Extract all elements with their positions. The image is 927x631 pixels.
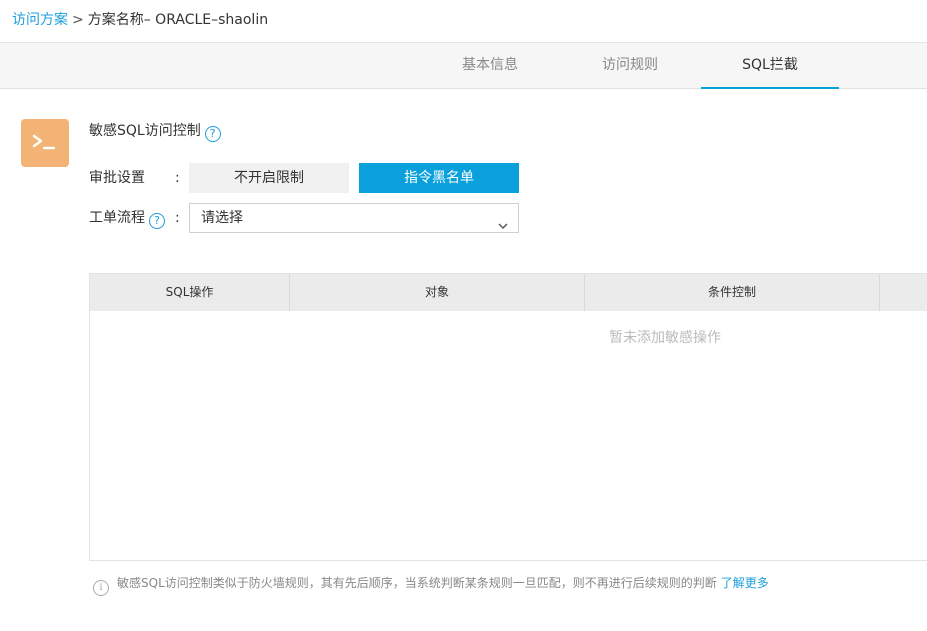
table-header: SQL操作 对象 条件控制 bbox=[90, 274, 927, 311]
info-note-text: 敏感SQL访问控制类似于防火墙规则，其有先后顺序，当系统判断某条规则一旦匹配，则… bbox=[117, 576, 717, 590]
column-header-condition: 条件控制 bbox=[585, 274, 880, 311]
column-header-extra bbox=[880, 274, 927, 311]
tab-sql-intercept[interactable]: SQL拦截 bbox=[701, 43, 839, 89]
info-icon: i bbox=[93, 580, 109, 596]
workflow-select-value: 请选择 bbox=[201, 210, 243, 226]
approval-colon: : bbox=[175, 170, 180, 186]
breadcrumb-separator: > bbox=[72, 12, 84, 28]
workflow-help-icon[interactable]: ? bbox=[149, 213, 165, 229]
section-title-text: 敏感SQL访问控制 bbox=[89, 123, 201, 139]
learn-more-link[interactable]: 了解更多 bbox=[721, 576, 769, 590]
info-note: i 敏感SQL访问控制类似于防火墙规则，其有先后顺序，当系统判断某条规则一旦匹配，… bbox=[93, 573, 769, 596]
tab-bar: 基本信息 访问规则 SQL拦截 bbox=[0, 42, 927, 89]
table-empty-text: 暂未添加敏感操作 bbox=[609, 330, 721, 346]
breadcrumb: 访问方案 > 方案名称– ORACLE–shaolin bbox=[12, 10, 268, 30]
tab-basic-info[interactable]: 基本信息 bbox=[450, 43, 530, 89]
workflow-colon: : bbox=[175, 210, 180, 226]
breadcrumb-current: 方案名称– ORACLE–shaolin bbox=[87, 12, 269, 28]
workflow-label: 工单流程? bbox=[89, 208, 165, 229]
column-header-object: 对象 bbox=[290, 274, 585, 311]
workflow-label-text: 工单流程 bbox=[89, 210, 145, 226]
sensitive-ops-table: SQL操作 对象 条件控制 暂未添加敏感操作 bbox=[89, 273, 927, 561]
workflow-select[interactable]: 请选择 bbox=[189, 203, 519, 233]
blacklist-button[interactable]: 指令黑名单 bbox=[359, 163, 519, 193]
section-title: 敏感SQL访问控制? bbox=[89, 121, 221, 142]
chevron-down-icon bbox=[498, 213, 508, 241]
tab-access-rules[interactable]: 访问规则 bbox=[590, 43, 670, 89]
approval-label: 审批设置 bbox=[89, 170, 145, 186]
no-limit-button[interactable]: 不开启限制 bbox=[189, 163, 349, 193]
help-icon[interactable]: ? bbox=[204, 126, 221, 142]
terminal-icon bbox=[21, 119, 69, 167]
column-header-sql-op: SQL操作 bbox=[90, 274, 290, 311]
breadcrumb-root-link[interactable]: 访问方案 bbox=[12, 12, 68, 28]
